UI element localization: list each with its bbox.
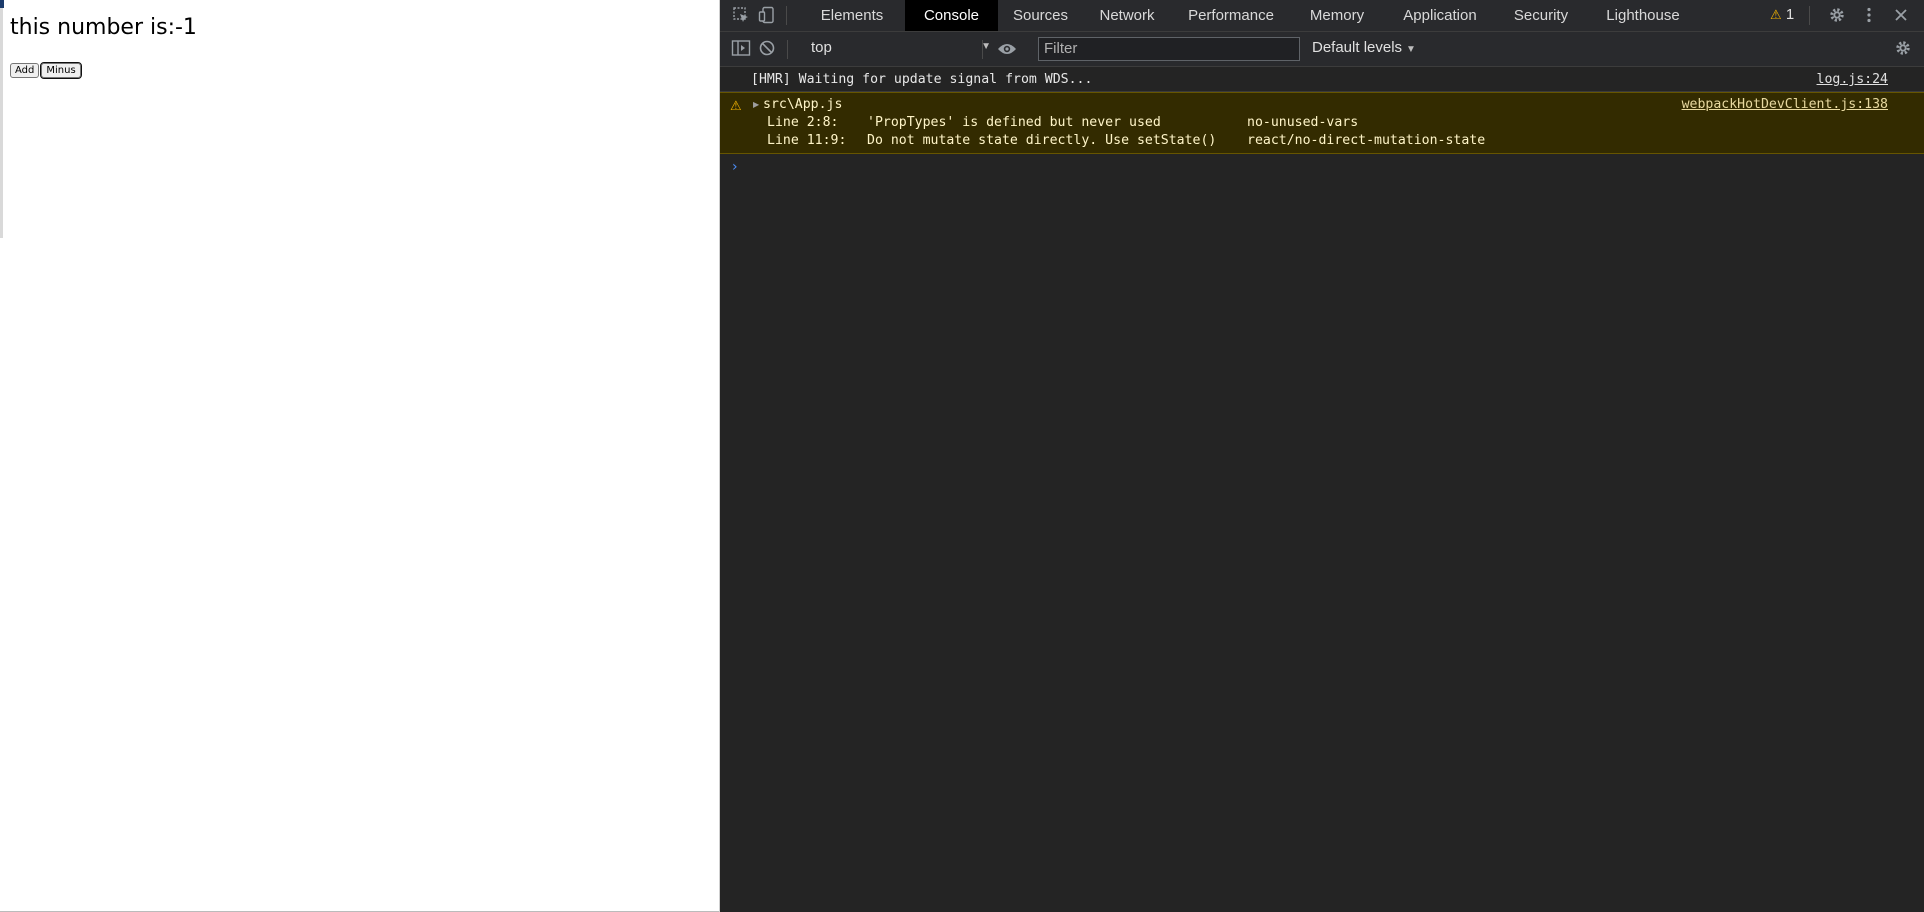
- viewport-edge-marker: [0, 0, 4, 8]
- tab-application[interactable]: Application: [1383, 0, 1497, 31]
- console-prompt-chevron-icon[interactable]: ›: [732, 159, 738, 175]
- tab-sources[interactable]: Sources: [998, 0, 1083, 31]
- more-options-icon[interactable]: [1858, 5, 1880, 25]
- clear-console-icon[interactable]: [756, 38, 778, 58]
- tab-console[interactable]: Console: [905, 0, 998, 31]
- toolbar-separator: [982, 40, 983, 59]
- warning-count: 1: [1785, 6, 1795, 23]
- console-toolbar: top ▼ Filter Default levels ▼: [720, 32, 1924, 67]
- web-page-viewport: this number is:-1 Add Minus: [0, 0, 720, 912]
- devtools-panel: Elements Console Sources Network Perform…: [720, 0, 1924, 912]
- warning-line-message: Do not mutate state directly. Use setSta…: [867, 133, 1217, 148]
- number-heading: this number is:-1: [10, 15, 197, 40]
- counter-buttons: Add Minus: [10, 62, 82, 79]
- tab-bar-separator: [1809, 6, 1810, 25]
- tab-bar-separator: [786, 6, 787, 25]
- console-message-warning: ⚠ ▶ src\App.js webpackHotDevClient.js:13…: [720, 92, 1924, 154]
- warning-icon: ⚠: [1770, 8, 1782, 23]
- console-message-info: [HMR] Waiting for update signal from WDS…: [720, 67, 1924, 92]
- tab-security[interactable]: Security: [1497, 0, 1585, 31]
- viewport-scrollbar[interactable]: [0, 8, 3, 238]
- log-levels-dropdown[interactable]: Default levels ▼: [1312, 39, 1416, 56]
- context-selector[interactable]: top ▼: [811, 39, 993, 59]
- minus-button[interactable]: Minus: [40, 62, 82, 79]
- warning-line-location: Line 2:8:: [767, 115, 839, 130]
- devtools-tab-bar: Elements Console Sources Network Perform…: [720, 0, 1924, 32]
- tab-elements[interactable]: Elements: [799, 0, 905, 31]
- warning-title[interactable]: src\App.js: [763, 97, 842, 112]
- source-link[interactable]: webpackHotDevClient.js:138: [1682, 97, 1888, 112]
- warning-line-location: Line 11:9:: [767, 133, 847, 148]
- toolbar-separator: [787, 40, 788, 59]
- tab-performance[interactable]: Performance: [1171, 0, 1291, 31]
- settings-gear-icon[interactable]: [1826, 5, 1848, 25]
- source-link[interactable]: log.js:24: [1817, 72, 1888, 87]
- expand-triangle-icon[interactable]: ▶: [753, 100, 759, 109]
- inspect-element-icon[interactable]: [730, 5, 752, 25]
- console-filter-input[interactable]: Filter: [1038, 37, 1300, 61]
- warning-icon: ⚠: [730, 99, 742, 114]
- tab-network[interactable]: Network: [1083, 0, 1171, 31]
- show-sidebar-icon[interactable]: [730, 38, 752, 58]
- warning-counter[interactable]: ⚠ 1: [1770, 6, 1794, 23]
- console-settings-gear-icon[interactable]: [1892, 38, 1914, 58]
- warning-line-rule: no-unused-vars: [1247, 115, 1359, 130]
- warning-line-message: 'PropTypes' is defined but never used: [867, 115, 1161, 130]
- add-button[interactable]: Add: [10, 63, 40, 78]
- context-value: top: [811, 39, 832, 56]
- live-expression-eye-icon[interactable]: [996, 39, 1018, 59]
- warning-line-rule: react/no-direct-mutation-state: [1247, 133, 1486, 148]
- close-devtools-icon[interactable]: [1890, 5, 1912, 25]
- device-toolbar-icon[interactable]: [756, 5, 778, 25]
- tab-lighthouse[interactable]: Lighthouse: [1591, 0, 1695, 31]
- log-levels-label: Default levels: [1312, 39, 1403, 56]
- message-text: [HMR] Waiting for update signal from WDS…: [751, 72, 1093, 87]
- console-output: [HMR] Waiting for update signal from WDS…: [720, 67, 1924, 912]
- dropdown-arrow-icon: ▼: [1406, 44, 1416, 55]
- tab-memory[interactable]: Memory: [1291, 0, 1383, 31]
